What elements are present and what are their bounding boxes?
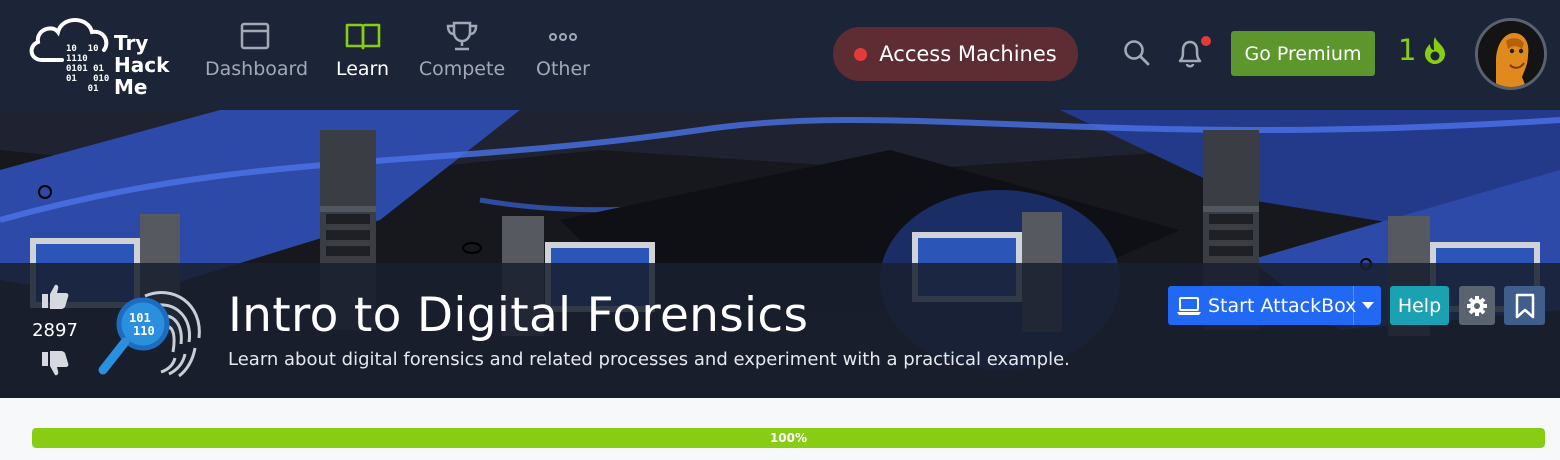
thumbs-down-icon[interactable] bbox=[40, 350, 70, 378]
streak-count: 1 bbox=[1398, 33, 1417, 67]
save-room-button[interactable] bbox=[1504, 286, 1545, 325]
help-button[interactable]: Help bbox=[1390, 286, 1449, 325]
attackbox-dropdown-toggle[interactable] bbox=[1353, 286, 1381, 325]
trophy-icon bbox=[446, 21, 478, 51]
nav-other[interactable]: Other bbox=[533, 20, 593, 90]
tryhackme-logo[interactable]: 10 10 1110 0101 01 01 010 01 Try Hack Me bbox=[28, 12, 188, 98]
room-description: Learn about digital forensics and relate… bbox=[228, 349, 1070, 370]
svg-text:101: 101 bbox=[129, 311, 151, 325]
settings-button[interactable] bbox=[1459, 286, 1495, 325]
bookmark-icon bbox=[1515, 293, 1534, 318]
caret-down-icon bbox=[1361, 301, 1374, 309]
room-title: Intro to Digital Forensics bbox=[228, 288, 809, 343]
nav-learn-label: Learn bbox=[335, 58, 390, 80]
open-book-icon bbox=[345, 23, 380, 50]
avatar-image bbox=[1478, 21, 1544, 87]
logo-word-hack: Hack bbox=[114, 53, 170, 77]
more-dots-icon bbox=[549, 33, 577, 41]
streak-counter[interactable]: 1 bbox=[1398, 33, 1448, 67]
logo-binary: 10 10 1110 0101 01 01 010 01 bbox=[66, 44, 110, 94]
gear-icon bbox=[1467, 295, 1487, 316]
room-progress-bar: 100% bbox=[32, 428, 1545, 448]
nav-other-label: Other bbox=[536, 58, 590, 80]
start-attackbox-label: Start AttackBox bbox=[1208, 294, 1357, 317]
logo-word-try: Try bbox=[114, 31, 149, 55]
top-navbar: 10 10 1110 0101 01 01 010 01 Try Hack Me… bbox=[0, 0, 1560, 110]
go-premium-button[interactable]: Go Premium bbox=[1231, 31, 1375, 76]
notification-badge bbox=[1201, 36, 1211, 46]
nav-dashboard-label: Dashboard bbox=[205, 58, 309, 80]
dashboard-window-icon bbox=[240, 22, 270, 50]
access-machines-button[interactable]: Access Machines bbox=[833, 27, 1078, 81]
svg-text:110: 110 bbox=[133, 324, 155, 338]
thumbs-up-icon[interactable] bbox=[40, 282, 70, 310]
search-icon[interactable] bbox=[1122, 38, 1152, 68]
logo-word-me: Me bbox=[114, 75, 148, 99]
progress-fill: 100% bbox=[32, 428, 1545, 448]
start-attackbox-button[interactable]: Start AttackBox bbox=[1168, 286, 1381, 325]
fire-icon bbox=[1425, 37, 1446, 64]
nav-dashboard[interactable]: Dashboard bbox=[205, 20, 309, 90]
status-dot-icon bbox=[854, 47, 868, 61]
laptop-icon bbox=[1177, 296, 1201, 315]
logo-wordmark: Try Hack Me bbox=[114, 32, 169, 98]
user-avatar[interactable] bbox=[1475, 18, 1547, 90]
access-machines-label: Access Machines bbox=[879, 42, 1057, 66]
fingerprint-magnifier-icon: 101 110 bbox=[98, 291, 201, 378]
progress-label: 100% bbox=[769, 431, 808, 445]
nav-learn[interactable]: Learn bbox=[330, 20, 395, 90]
vote-count: 2897 bbox=[32, 320, 78, 341]
nav-compete[interactable]: Compete bbox=[418, 20, 506, 90]
nav-compete-label: Compete bbox=[418, 58, 506, 80]
